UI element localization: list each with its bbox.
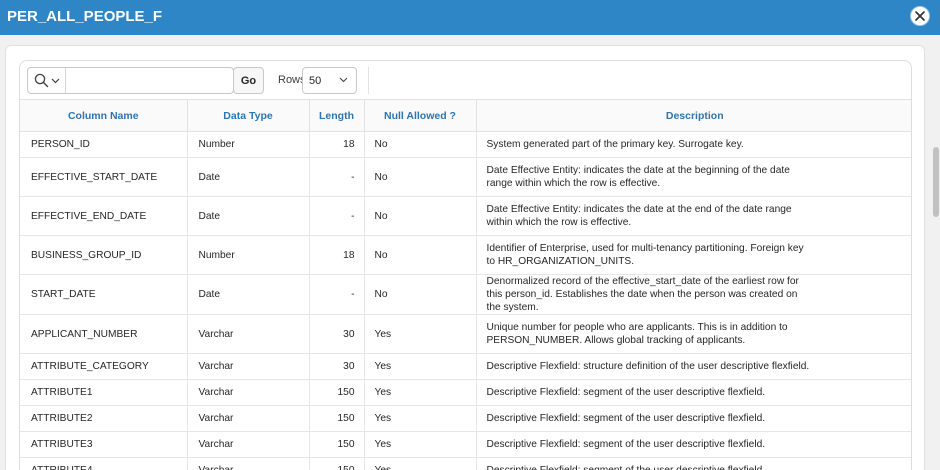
dialog-titlebar: PER_ALL_PEOPLE_F	[0, 0, 940, 35]
search-column-selector[interactable]	[28, 68, 66, 93]
cell-null-allowed: No	[364, 196, 477, 236]
cell-length: 150	[309, 431, 365, 458]
cell-null-allowed: No	[364, 235, 477, 275]
cell-data-type: Date	[187, 196, 310, 236]
cell-null-allowed: No	[364, 131, 477, 158]
cell-column-name: APPLICANT_NUMBER	[20, 314, 188, 354]
cell-column-name: ATTRIBUTE_CATEGORY	[20, 353, 188, 380]
cell-length: -	[309, 274, 365, 315]
cell-length: 150	[309, 457, 365, 470]
chevron-down-icon	[339, 77, 348, 83]
cell-column-name: ATTRIBUTE3	[20, 431, 188, 458]
toolbar-divider	[368, 67, 369, 94]
cell-data-type: Varchar	[187, 379, 310, 406]
cell-null-allowed: Yes	[364, 457, 477, 470]
cell-null-allowed: No	[364, 157, 477, 197]
report-toolbar: Go Rows 50	[20, 61, 911, 99]
column-header-description[interactable]: Description	[476, 99, 911, 132]
cell-null-allowed: Yes	[364, 431, 477, 458]
cell-data-type: Number	[187, 131, 310, 158]
cell-description: Descriptive Flexfield: segment of the us…	[476, 379, 911, 406]
cell-description: Date Effective Entity: indicates the dat…	[476, 196, 911, 236]
table-row: ATTRIBUTE4 Varchar 150 Yes Descriptive F…	[20, 457, 911, 470]
cell-data-type: Varchar	[187, 405, 310, 432]
cell-data-type: Varchar	[187, 314, 310, 354]
column-header-null-allowed[interactable]: Null Allowed ?	[364, 99, 477, 132]
table-row: ATTRIBUTE_CATEGORY Varchar 30 Yes Descri…	[20, 353, 911, 380]
cell-data-type: Number	[187, 235, 310, 275]
cell-length: 18	[309, 131, 365, 158]
cell-description: Descriptive Flexfield: segment of the us…	[476, 457, 911, 470]
cell-column-name: START_DATE	[20, 274, 188, 315]
cell-null-allowed: No	[364, 274, 477, 315]
cell-data-type: Varchar	[187, 431, 310, 458]
column-header-column-name[interactable]: Column Name	[20, 99, 188, 132]
rows-per-page-value: 50	[309, 74, 322, 87]
close-icon	[915, 11, 925, 21]
cell-data-type: Varchar	[187, 457, 310, 470]
cell-description: Denormalized record of the effective_sta…	[476, 274, 911, 315]
search-input[interactable]	[67, 68, 233, 93]
table-row: ATTRIBUTE3 Varchar 150 Yes Descriptive F…	[20, 431, 911, 458]
dialog-title: PER_ALL_PEOPLE_F	[7, 8, 163, 25]
table-row: APPLICANT_NUMBER Varchar 30 Yes Unique n…	[20, 314, 911, 354]
cell-description: Unique number for people who are applica…	[476, 314, 911, 354]
table-row: EFFECTIVE_START_DATE Date - No Date Effe…	[20, 157, 911, 197]
column-header-length[interactable]: Length	[309, 99, 365, 132]
content-panel: Go Rows 50 Column Name Data Type Length …	[5, 45, 925, 470]
close-button[interactable]	[910, 6, 930, 26]
report-region: Go Rows 50 Column Name Data Type Length …	[19, 60, 912, 470]
cell-column-name: EFFECTIVE_START_DATE	[20, 157, 188, 197]
cell-length: 150	[309, 379, 365, 406]
table-row: BUSINESS_GROUP_ID Number 18 No Identifie…	[20, 235, 911, 275]
table-row: ATTRIBUTE1 Varchar 150 Yes Descriptive F…	[20, 379, 911, 406]
cell-null-allowed: Yes	[364, 353, 477, 380]
cell-column-name: ATTRIBUTE4	[20, 457, 188, 470]
table-row: ATTRIBUTE2 Varchar 150 Yes Descriptive F…	[20, 405, 911, 432]
cell-length: 30	[309, 353, 365, 380]
cell-description: Date Effective Entity: indicates the dat…	[476, 157, 911, 197]
page-scrollbar[interactable]	[932, 35, 940, 470]
cell-data-type: Varchar	[187, 353, 310, 380]
cell-length: -	[309, 196, 365, 236]
cell-column-name: PERSON_ID	[20, 131, 188, 158]
cell-column-name: ATTRIBUTE2	[20, 405, 188, 432]
cell-data-type: Date	[187, 274, 310, 315]
search-box	[27, 67, 234, 94]
chevron-down-icon	[51, 78, 59, 83]
table-row: EFFECTIVE_END_DATE Date - No Date Effect…	[20, 196, 911, 236]
cell-description: System generated part of the primary key…	[476, 131, 911, 158]
cell-description: Identifier of Enterprise, used for multi…	[476, 235, 911, 275]
cell-column-name: BUSINESS_GROUP_ID	[20, 235, 188, 275]
cell-length: -	[309, 157, 365, 197]
cell-column-name: EFFECTIVE_END_DATE	[20, 196, 188, 236]
cell-null-allowed: Yes	[364, 314, 477, 354]
columns-table: Column Name Data Type Length Null Allowe…	[20, 99, 911, 470]
table-header-row: Column Name Data Type Length Null Allowe…	[20, 99, 911, 132]
go-button[interactable]: Go	[233, 67, 264, 94]
cell-length: 30	[309, 314, 365, 354]
search-icon	[34, 73, 48, 88]
cell-null-allowed: Yes	[364, 379, 477, 406]
cell-column-name: ATTRIBUTE1	[20, 379, 188, 406]
table-row: PERSON_ID Number 18 No System generated …	[20, 131, 911, 158]
cell-length: 18	[309, 235, 365, 275]
cell-length: 150	[309, 405, 365, 432]
rows-per-page-select[interactable]: 50	[302, 67, 357, 94]
cell-data-type: Date	[187, 157, 310, 197]
scrollbar-thumb[interactable]	[933, 147, 939, 217]
cell-description: Descriptive Flexfield: segment of the us…	[476, 431, 911, 458]
cell-description: Descriptive Flexfield: segment of the us…	[476, 405, 911, 432]
cell-null-allowed: Yes	[364, 405, 477, 432]
dialog-body: Go Rows 50 Column Name Data Type Length …	[0, 35, 940, 470]
table-row: START_DATE Date - No Denormalized record…	[20, 274, 911, 315]
column-header-data-type[interactable]: Data Type	[187, 99, 310, 132]
cell-description: Descriptive Flexfield: structure definit…	[476, 353, 911, 380]
